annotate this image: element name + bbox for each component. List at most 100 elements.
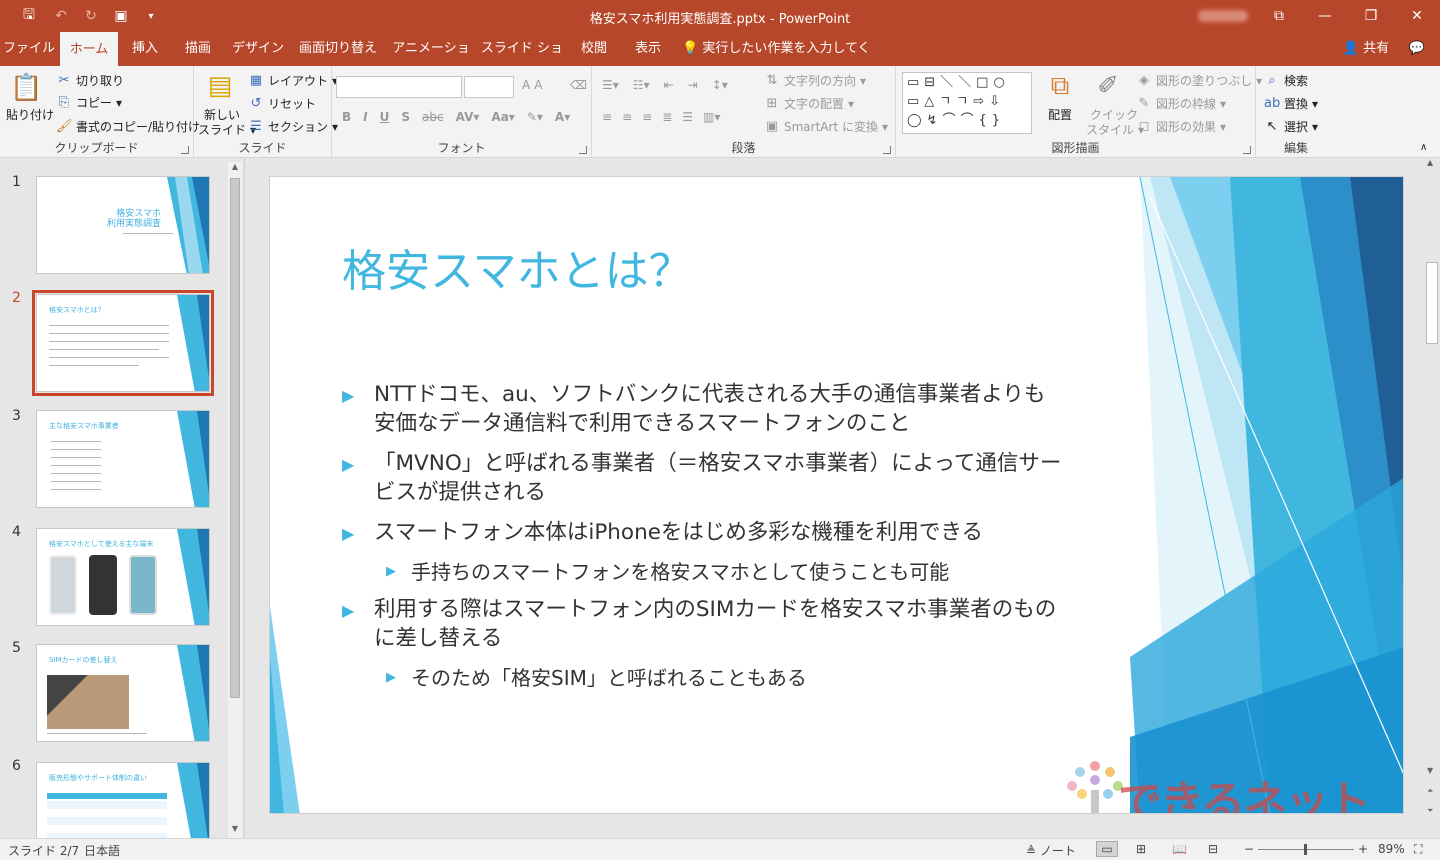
- dialog-launcher-icon[interactable]: .: [883, 146, 891, 154]
- bold-icon[interactable]: B: [342, 110, 351, 124]
- dialog-launcher-icon[interactable]: .: [1243, 146, 1251, 154]
- close-icon[interactable]: ✕: [1394, 0, 1440, 32]
- tab-review[interactable]: 校閲: [568, 32, 620, 66]
- scroll-up-icon[interactable]: ▲: [230, 162, 240, 174]
- minimize-icon[interactable]: —: [1302, 0, 1348, 32]
- tab-view[interactable]: 表示: [622, 32, 674, 66]
- restore-icon[interactable]: ❐: [1348, 0, 1394, 32]
- font-color-icon[interactable]: A▾: [555, 110, 570, 124]
- clear-format-icon[interactable]: ⌫: [570, 78, 587, 92]
- thumbnail-slide-2[interactable]: 格安スマホとは？: [32, 290, 214, 396]
- scrollbar-thumb[interactable]: [1426, 262, 1438, 344]
- slide-sorter-icon[interactable]: ⊞: [1136, 842, 1146, 856]
- normal-view-icon[interactable]: ▭: [1096, 841, 1118, 857]
- font-name-combo[interactable]: [336, 76, 462, 98]
- slideshow-view-icon[interactable]: ⊟: [1208, 842, 1218, 856]
- font-size-buttons[interactable]: AA: [522, 78, 542, 92]
- new-slide-icon[interactable]: ▤: [204, 70, 236, 102]
- tab-insert[interactable]: 挿入: [120, 32, 170, 66]
- shapes-gallery[interactable]: ▭⊟＼＼□○ ▭△ㄱㄱ⇨⇩ ◯↯⌒⌒{}: [902, 72, 1032, 134]
- italic-icon[interactable]: I: [363, 110, 367, 124]
- zoom-out-icon[interactable]: −: [1244, 842, 1254, 856]
- format-painter-button[interactable]: 🖌 書式のコピー/貼り付け: [56, 118, 200, 135]
- current-slide[interactable]: 格安スマホとは？ ▶ NTTドコモ、au、ソフトバンクに代表される大手の通信事業者…: [269, 176, 1404, 814]
- group-font: AA ⌫ BIUSabc AV▾ Aa▾ ✎▾ A▾ フォント .: [332, 66, 592, 158]
- shape-fill-button[interactable]: ◈ 図形の塗りつぶし ▾: [1136, 72, 1262, 89]
- thumbnail-slide-3[interactable]: 主な格安スマホ事業者: [36, 410, 210, 508]
- tab-transitions[interactable]: 画面切り替え: [292, 32, 384, 66]
- find-button[interactable]: ⌕ 検索: [1264, 72, 1308, 89]
- align-right-icon[interactable]: ≡: [642, 110, 652, 124]
- shape-outline-button[interactable]: ✎ 図形の枠線 ▾: [1136, 95, 1227, 112]
- collapse-ribbon-icon[interactable]: ∧: [1420, 142, 1427, 153]
- justify-icon[interactable]: ≣: [662, 110, 672, 124]
- section-button[interactable]: ☰ セクション ▾: [248, 118, 338, 135]
- bullets-icon[interactable]: ☰▾: [602, 78, 619, 92]
- align-center-icon[interactable]: ≡: [622, 110, 632, 124]
- select-button[interactable]: ↖ 選択 ▾: [1264, 118, 1319, 135]
- fit-to-window-icon[interactable]: ⛶: [1414, 842, 1422, 857]
- text-direction-button[interactable]: ⇅ 文字列の方向 ▾: [764, 72, 867, 89]
- font-size-combo[interactable]: [464, 76, 514, 98]
- thumbnail-slide-4[interactable]: 格安スマホとして使える主な端末: [36, 528, 210, 626]
- paste-button[interactable]: 貼り付け: [6, 106, 54, 123]
- scrollbar-thumb[interactable]: [230, 178, 240, 698]
- slide-scrollbar[interactable]: ▲ ▼ ⏶ ⏷: [1424, 158, 1440, 838]
- layout-button[interactable]: ▦レイアウト ▾: [248, 72, 338, 89]
- arrange-button[interactable]: 配置: [1048, 106, 1072, 123]
- thumbnail-slide-6[interactable]: 販売形態やサポート体制の違い: [36, 762, 210, 838]
- reset-button[interactable]: ↺ リセット: [248, 95, 316, 112]
- paste-icon[interactable]: 📋: [10, 72, 42, 104]
- thumbnail-scrollbar[interactable]: ▲ ▼: [228, 162, 242, 838]
- underline-icon[interactable]: U: [380, 110, 390, 124]
- distributed-icon[interactable]: ☰: [682, 110, 693, 124]
- ribbon-display-options-icon[interactable]: ⧉: [1256, 0, 1302, 32]
- quick-styles-icon[interactable]: ✐: [1092, 70, 1124, 102]
- previous-slide-icon[interactable]: ⏶: [1427, 786, 1433, 796]
- tab-home[interactable]: ホーム: [60, 32, 118, 66]
- zoom-in-icon[interactable]: +: [1358, 842, 1368, 856]
- bullet-marker-icon: ▶: [342, 455, 355, 474]
- tab-slideshow[interactable]: スライド ショー: [478, 32, 566, 90]
- reading-view-icon[interactable]: 📖: [1172, 842, 1187, 856]
- dialog-launcher-icon[interactable]: .: [579, 146, 587, 154]
- comments-icon[interactable]: 💬: [1400, 32, 1434, 66]
- tab-file[interactable]: ファイル: [0, 32, 58, 66]
- align-text-button[interactable]: ⊞ 文字の配置 ▾: [764, 95, 855, 112]
- next-slide-icon[interactable]: ⏷: [1427, 806, 1433, 816]
- columns-icon[interactable]: ▥▾: [703, 110, 720, 124]
- increase-indent-icon[interactable]: ⇥: [688, 78, 698, 92]
- shadow-icon[interactable]: S: [401, 110, 410, 124]
- scroll-up-icon[interactable]: ▲: [1427, 158, 1433, 167]
- copy-button[interactable]: ⎘ コピー ▾: [56, 94, 122, 111]
- highlight-icon[interactable]: ✎▾: [527, 110, 543, 124]
- char-spacing-icon[interactable]: AV▾: [456, 110, 480, 124]
- arrange-icon[interactable]: ⧉: [1044, 70, 1076, 102]
- thumbnail-slide-1[interactable]: 格安スマホ 利用実態調査: [36, 176, 210, 274]
- zoom-slider-thumb[interactable]: [1304, 844, 1307, 855]
- copy-label: コピー: [76, 96, 113, 110]
- change-case-icon[interactable]: Aa▾: [491, 110, 514, 124]
- notes-button[interactable]: ≜ ノート: [1026, 842, 1076, 859]
- zoom-level[interactable]: 89%: [1378, 842, 1405, 856]
- slide-title[interactable]: 格安スマホとは？: [342, 235, 693, 299]
- language-indicator[interactable]: 日本語: [84, 842, 120, 859]
- scroll-down-icon[interactable]: ▼: [230, 824, 240, 836]
- thumbnail-slide-5[interactable]: SIMカードの差し替え: [36, 644, 210, 742]
- tab-design[interactable]: デザイン: [226, 32, 290, 66]
- line-spacing-icon[interactable]: ↕▾: [712, 78, 728, 92]
- replace-button[interactable]: ab 置換 ▾: [1264, 95, 1318, 112]
- share-button[interactable]: 👤 共有: [1338, 32, 1394, 66]
- numbering-icon[interactable]: ☷▾: [633, 78, 650, 92]
- smartart-button[interactable]: ▣ SmartArt に変換 ▾: [764, 118, 888, 135]
- decrease-indent-icon[interactable]: ⇤: [664, 78, 674, 92]
- tab-animations[interactable]: アニメーション: [386, 32, 476, 90]
- dialog-launcher-icon[interactable]: .: [181, 146, 189, 154]
- shape-effects-button[interactable]: ◻ 図形の効果 ▾: [1136, 118, 1226, 135]
- scroll-down-icon[interactable]: ▼: [1427, 766, 1433, 775]
- tell-me-box[interactable]: 💡 実行したい作業を入力してください: [682, 32, 872, 90]
- cut-button[interactable]: ✂ 切り取り: [56, 72, 124, 89]
- tab-draw[interactable]: 描画: [172, 32, 224, 66]
- align-left-icon[interactable]: ≡: [602, 110, 612, 124]
- strikethrough-icon[interactable]: abc: [422, 110, 444, 124]
